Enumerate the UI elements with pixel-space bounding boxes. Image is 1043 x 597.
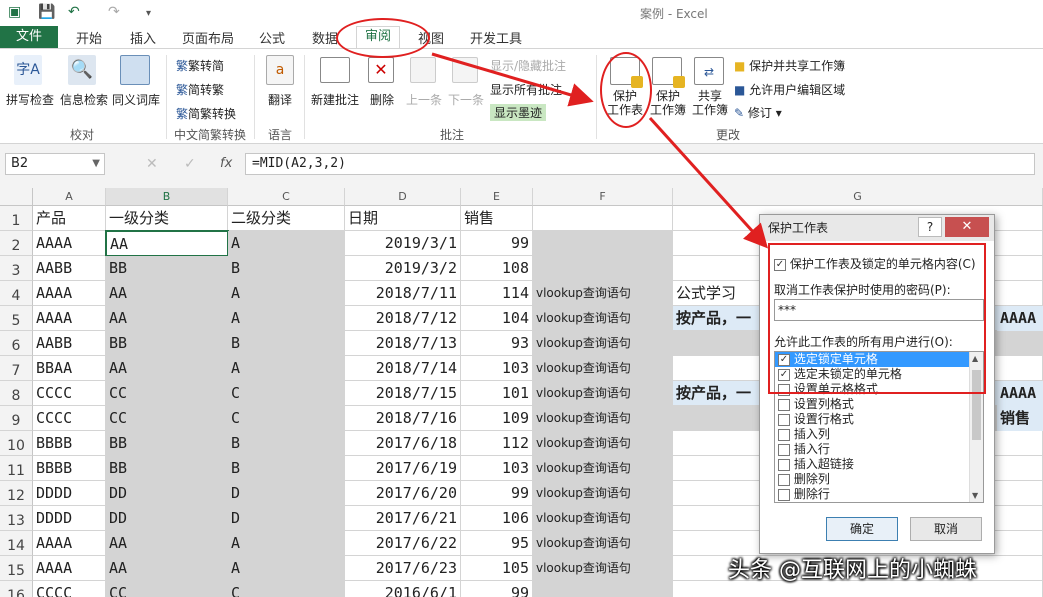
arrow-to-dialog xyxy=(648,116,769,249)
watermark: 头条 @互联网上的小蜘蛛 xyxy=(728,558,977,583)
arrow-to-protect-sheet xyxy=(431,52,594,107)
excel-window: ▣ 💾 ↶ ↷ ▾ 案例 - Excel 文件 开始 插入 页面布局 公式 数据… xyxy=(0,0,1043,597)
annotation-arrows xyxy=(431,52,769,249)
